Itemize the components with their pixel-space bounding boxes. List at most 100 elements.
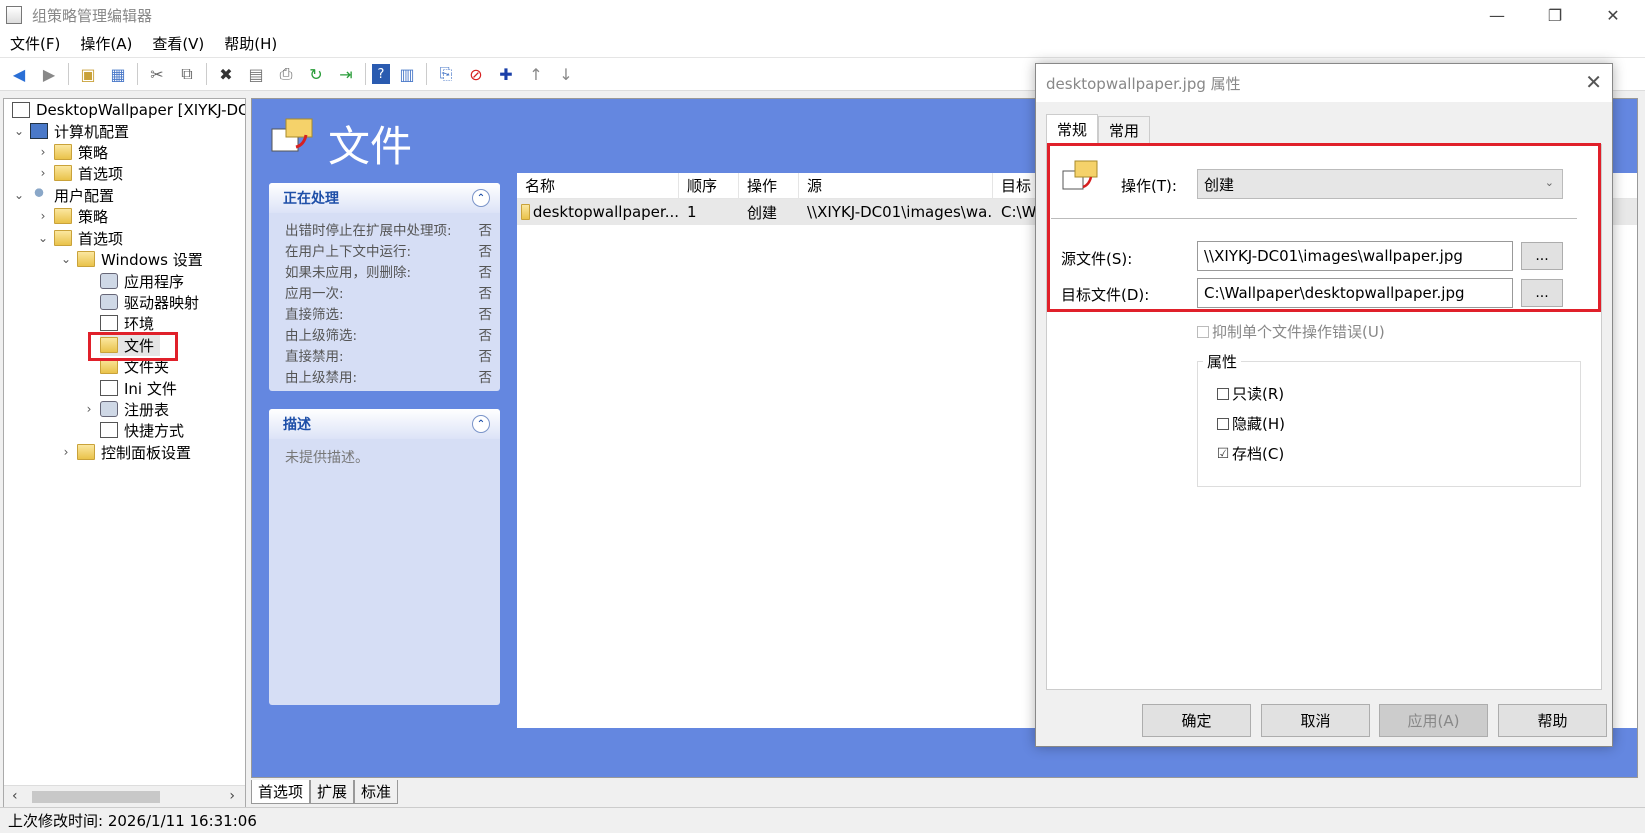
expand-chevron-icon[interactable]: › [59,445,73,459]
menu-help[interactable]: 帮助(H) [214,33,287,54]
cut-icon[interactable]: ✂ [144,61,170,87]
tree-item-ini-files[interactable]: Ini 文件 [100,377,177,399]
column-header-source[interactable]: 源 [799,172,993,199]
ini-file-icon [100,380,118,396]
row-name: desktopwallpaper... [532,203,679,221]
tree-item-windows-settings[interactable]: ⌄ Windows 设置 [59,248,203,270]
row-order: 1 [687,203,697,221]
copy-icon[interactable]: ⧉ [174,61,200,87]
registry-icon [100,401,118,417]
collapse-icon[interactable]: ⌃ [472,189,490,207]
tree-item-shortcuts[interactable]: 快捷方式 [100,419,184,441]
tab-extended[interactable]: 扩展 [310,780,355,804]
menu-action[interactable]: 操作(A) [70,33,142,54]
archive-checkbox[interactable]: ☑ 存档(C) [1217,443,1284,464]
console-icon[interactable]: ▥ [394,61,420,87]
prop-value: 否 [478,369,493,386]
minimize-button[interactable]: — [1468,0,1526,30]
highlight-box [88,332,178,361]
toolbar-separator [426,63,427,85]
tab-general[interactable]: 常规 [1046,114,1099,144]
back-icon[interactable]: ◀ [6,61,32,87]
export-icon[interactable]: ⇥ [333,61,359,87]
move-down-icon[interactable]: ↓ [553,61,579,87]
prop-value: 否 [478,327,493,344]
checkbox-label: 只读(R) [1232,385,1285,403]
properties-dialog: desktopwallpaper.jpg 属性 ✕ 常规 常用 操作(T): 创… [1035,63,1613,747]
highlight-box [1047,143,1601,312]
show-hide-tree-icon[interactable]: ▦ [105,61,131,87]
file-item-icon [521,204,530,220]
tree-item-control-panel[interactable]: › 控制面板设置 [59,441,191,463]
expand-chevron-icon[interactable]: › [36,166,50,180]
tree-item-uc-policies[interactable]: › 策略 [36,205,108,227]
tree-label: 策略 [78,207,109,226]
prop-label: 出错时停止在扩展中处理项: [285,222,452,239]
tree-pane: DesktopWallpaper [XIYKJ-DC0 ⌄ 计算机配置 › 策略… [3,98,246,808]
close-button[interactable]: ✕ [1584,0,1642,30]
tree-item-cc-policies[interactable]: › 策略 [36,141,108,163]
page-title: 文件 [328,122,413,171]
collapse-chevron-icon[interactable]: ⌄ [12,188,26,202]
tab-common[interactable]: 常用 [1098,116,1151,144]
suppress-errors-checkbox[interactable]: 抑制单个文件操作错误(U) [1197,321,1385,342]
tree-label: 策略 [78,143,109,162]
tree-item-computer-config[interactable]: ⌄ 计算机配置 [12,120,129,142]
help-button[interactable]: 帮助 [1498,704,1607,737]
tree-label: 计算机配置 [54,122,130,141]
tree-item-applications[interactable]: 应用程序 [100,270,184,292]
block-icon[interactable]: ⊘ [463,61,489,87]
tree-item-environment[interactable]: 环境 [100,312,154,334]
tree-item-drive-maps[interactable]: 驱动器映射 [100,291,199,313]
collapse-chevron-icon[interactable]: ⌄ [12,124,26,138]
tree-root[interactable]: DesktopWallpaper [XIYKJ-DC0 [12,99,245,121]
move-up-icon[interactable]: ↑ [523,61,549,87]
menu-file[interactable]: 文件(F) [0,33,70,54]
help-icon[interactable]: ? [372,64,390,84]
scroll-left-icon[interactable]: ‹ [12,788,18,804]
dialog-close-icon[interactable]: ✕ [1585,70,1602,94]
expand-chevron-icon[interactable]: › [82,402,96,416]
prop-value: 否 [478,243,493,260]
column-header-name[interactable]: 名称 [517,172,679,199]
cancel-button[interactable]: 取消 [1261,704,1370,737]
tree-item-registry[interactable]: › 注册表 [82,398,169,420]
panel-title: 描述 [283,417,311,433]
column-header-action[interactable]: 操作 [739,172,799,199]
description-panel-header[interactable]: 描述 ⌃ [269,409,500,439]
readonly-checkbox[interactable]: 只读(R) [1217,383,1284,404]
tree-item-cc-preferences[interactable]: › 首选项 [36,162,123,184]
menu-view[interactable]: 查看(V) [142,33,214,54]
scroll-right-icon[interactable]: › [229,788,235,804]
delete-icon[interactable]: ✖ [213,61,239,87]
scroll-thumb[interactable] [32,791,160,803]
ok-button[interactable]: 确定 [1142,704,1251,737]
restore-button[interactable]: ❐ [1526,0,1584,30]
dialog-title: desktopwallpaper.jpg 属性 [1036,64,1612,102]
tab-standard[interactable]: 标准 [354,780,399,804]
add-icon[interactable]: ✚ [493,61,519,87]
new-item-icon[interactable]: ⎘ [433,61,459,87]
print-icon[interactable]: ⎙ [273,61,299,87]
hidden-checkbox[interactable]: 隐藏(H) [1217,413,1285,434]
processing-panel-header[interactable]: 正在处理 ⌃ [269,183,500,213]
up-folder-icon[interactable]: ▣ [75,61,101,87]
column-header-order[interactable]: 顺序 [679,172,739,199]
row-action: 创建 [747,203,778,222]
refresh-icon[interactable]: ↻ [303,61,329,87]
expand-chevron-icon[interactable]: › [36,209,50,223]
prop-row: 直接筛选: 否 [269,302,500,323]
horizontal-scrollbar[interactable]: ‹ › [4,785,245,807]
description-text: 未提供描述。 [285,450,369,466]
tab-preferences[interactable]: 首选项 [251,780,311,804]
apply-button[interactable]: 应用(A) [1379,704,1488,737]
tree-item-user-config[interactable]: ⌄ 用户配置 [12,184,114,206]
collapse-chevron-icon[interactable]: ⌄ [36,231,50,245]
collapse-chevron-icon[interactable]: ⌄ [59,252,73,266]
tree-item-uc-preferences[interactable]: ⌄ 首选项 [36,227,123,249]
checked-icon: ☑ [1216,445,1230,462]
forward-icon[interactable]: ▶ [36,61,62,87]
properties-icon[interactable]: ▤ [243,61,269,87]
collapse-icon[interactable]: ⌃ [472,415,490,433]
expand-chevron-icon[interactable]: › [36,145,50,159]
